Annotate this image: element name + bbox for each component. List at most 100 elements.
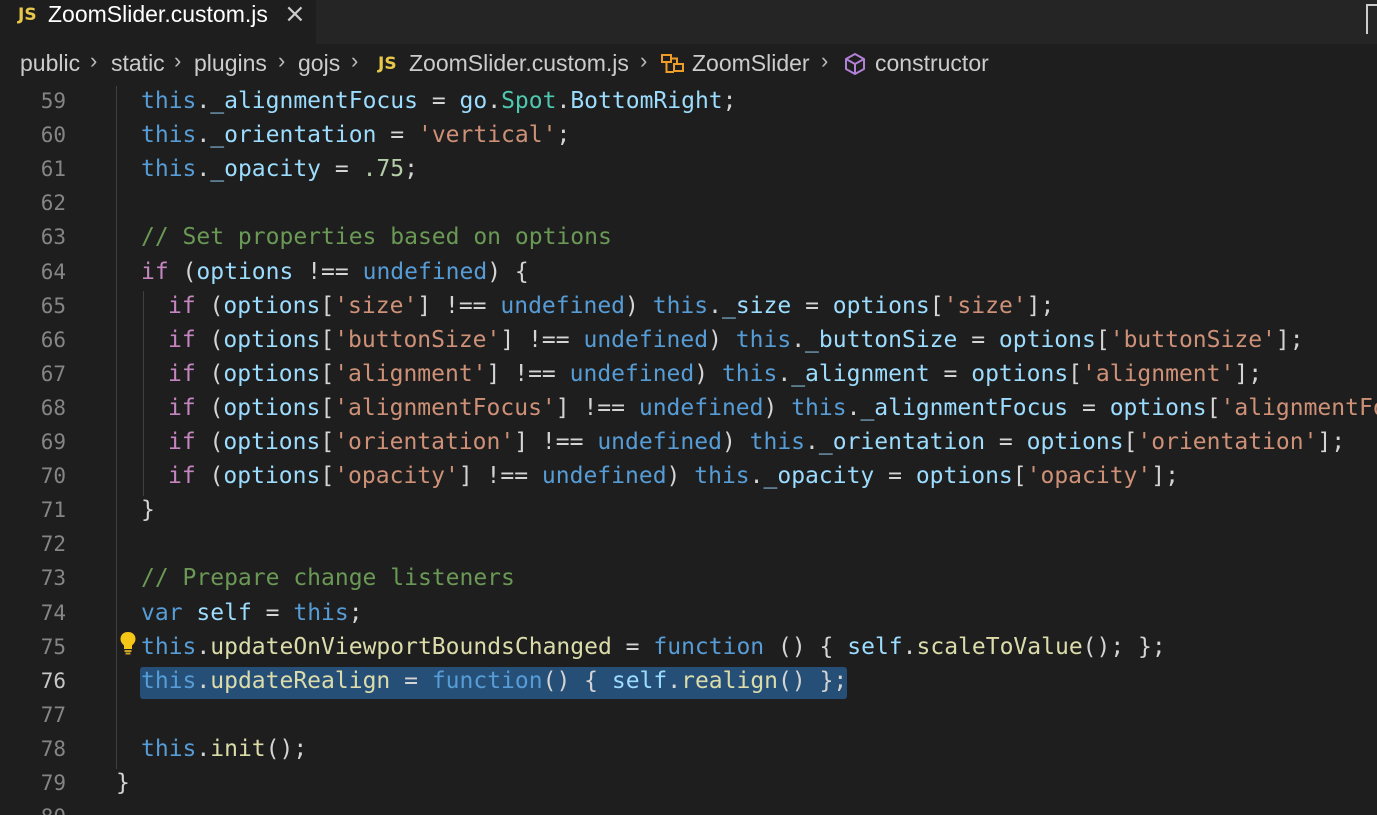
code-token: if [168,360,196,387]
code-token: go [459,88,488,114]
code-token: [ [929,292,944,319]
code-token: = [251,599,294,626]
line-number: 76 [40,668,66,693]
code-token: ( [195,429,224,455]
js-file-icon: JS [378,54,397,74]
code-line[interactable]: 77 [0,699,1377,735]
code-token: . [667,667,682,694]
code-token: [ [320,326,335,353]
breadcrumb-item-class[interactable]: ZoomSlider [692,50,810,77]
line-number: 71 [40,498,66,523]
code-token: [ [1095,326,1110,353]
split-editor-icon[interactable] [1366,4,1377,34]
code-token: [ [320,429,335,455]
code-token: 'orientation' [1137,429,1318,455]
code-line[interactable]: 80 [0,802,1377,815]
code-token: 'opacity' [1026,463,1152,490]
code-token: [ [320,463,335,490]
code-token: if [141,258,169,285]
code-token: undefined [500,292,626,319]
code-token: this [721,360,778,387]
code-token: self [196,599,252,626]
code-token: ) [708,326,736,353]
breadcrumb-item-method[interactable]: constructor [875,50,989,77]
indent-guide [116,86,117,121]
line-number: 78 [40,736,66,761]
code-token: [ [1123,429,1138,455]
code-line[interactable]: 74 var self = this; [0,597,1377,633]
code-token: [ [1012,463,1027,490]
line-number: 61 [40,157,66,182]
line-number: 62 [40,191,66,216]
code-line[interactable]: 68 if (options['alignmentFocus'] !== unde… [0,392,1377,428]
code-token: 'opacity' [334,463,459,490]
code-editor[interactable]: 59 this._alignmentFocus = go.Spot.BottomR… [0,86,1377,815]
code-token: 'vertical' [417,122,557,149]
code-token: // Prepare change listeners [141,565,515,592]
code-line[interactable]: 78 this.init(); [0,733,1377,769]
code-token: this [141,735,197,762]
code-token: ) [694,360,722,387]
line-number: 66 [40,327,66,352]
code-line[interactable]: 59 this._alignmentFocus = go.Spot.BottomR… [0,86,1377,121]
indent-guide [116,461,117,497]
close-icon[interactable]: × [284,0,306,29]
code-token: ) [721,429,750,455]
code-text: // Prepare change listeners [141,565,515,591]
code-token: . [556,88,571,114]
code-token: ( [195,463,224,490]
code-token: ) [625,292,653,319]
code-token: _opacity [763,463,875,490]
line-number: 69 [40,430,66,454]
code-token: [ [320,394,335,421]
code-line[interactable]: 73 // Prepare change listeners [0,563,1377,599]
code-token: if [168,326,196,353]
code-text: this._opacity = .75; [141,156,418,182]
code-line[interactable]: 63 // Set properties based on options [0,222,1377,258]
code-line[interactable]: 61 this._opacity = .75; [0,154,1377,190]
code-token: . [196,735,211,762]
code-token: 'size' [943,292,1027,319]
lightbulb-icon[interactable] [119,630,137,660]
breadcrumb-item-plugins[interactable]: plugins [194,50,267,77]
code-token: this [293,599,349,626]
code-token: // Set properties based on options [141,224,612,251]
code-token: = [417,88,460,114]
tab-zoomslider-custom-js[interactable]: JS ZoomSlider.custom.js × [0,0,316,44]
code-token: ] !== [500,326,584,353]
indent-guide [116,256,117,292]
code-token: ) [666,463,695,490]
code-token: . [902,633,917,660]
code-line[interactable]: 69 if (options['orientation'] !== undefin… [0,427,1377,462]
code-token: = [957,326,999,353]
code-line[interactable]: 60 this._orientation = 'vertical'; [0,120,1377,156]
breadcrumb-item-public[interactable]: public [20,50,80,77]
code-token: 'alignment' [334,360,487,387]
code-token: undefined [569,360,695,387]
code-token: undefined [597,429,722,455]
indent-guide [116,358,117,394]
code-line[interactable]: 76 this.updateRealign = function() { self… [0,665,1377,701]
line-number: 70 [40,464,66,489]
code-line[interactable]: 72 [0,529,1377,565]
code-line[interactable]: 71} [0,495,1377,531]
code-token: . [805,429,819,455]
code-line[interactable]: 66 if (options['buttonSize'] !== undefine… [0,324,1377,360]
code-line[interactable]: 70 if (options['opacity'] !== undefined) … [0,461,1377,497]
code-line[interactable]: 79} [0,768,1377,802]
code-text: if (options['alignmentFocus'] !== undefi… [168,395,1377,421]
breadcrumb-item-static[interactable]: static [111,50,165,77]
code-line[interactable]: 64 if (options !== undefined) { [0,256,1377,292]
indent-guide [143,290,144,326]
breadcrumb-item-file[interactable]: ZoomSlider.custom.js [409,50,629,77]
code-line[interactable]: 67 if (options['alignment'] !== undefined… [0,358,1377,394]
code-token: ) [763,394,792,421]
code-token: = [874,463,916,490]
code-line[interactable]: 65 if (options['size'] !== undefined) thi… [0,290,1377,326]
code-line[interactable]: 62 [0,188,1377,224]
code-token: if [168,463,196,490]
code-line[interactable]: 75 this.updateOnViewportBoundsChanged = f… [0,630,1377,667]
code-token: 'alignmentFocus' [334,394,556,421]
breadcrumb-item-gojs[interactable]: gojs [298,50,340,77]
